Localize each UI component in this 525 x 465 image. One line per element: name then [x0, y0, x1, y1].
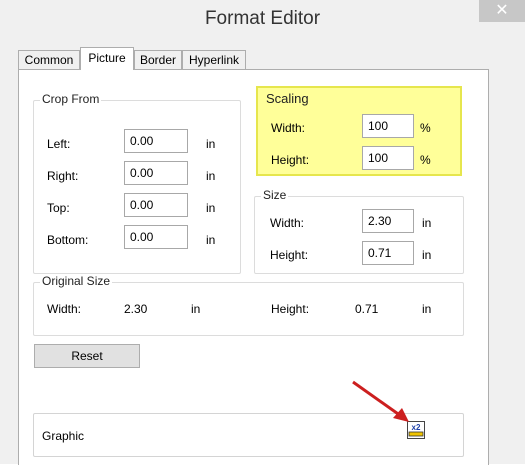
crop-right-input[interactable]: 0.00 — [124, 161, 188, 185]
scaling-width-unit: % — [420, 121, 431, 135]
original-height-label: Height: — [271, 302, 310, 316]
original-height-unit: in — [422, 302, 432, 316]
scaling-group: Scaling Width: 100 % Height: 100 % — [256, 86, 462, 176]
graphic-label: Graphic — [42, 429, 85, 443]
crop-from-title: Crop From — [40, 92, 102, 106]
annotation-arrow — [352, 380, 409, 422]
crop-right-unit: in — [206, 169, 216, 183]
crop-left-label: Left: — [47, 137, 71, 151]
crop-top-input[interactable]: 0.00 — [124, 193, 188, 217]
crop-from-group: Crop From Left: 0.00 in Right: 0.00 in T… — [33, 92, 241, 274]
size-group: Size Width: 2.30 in Height: 0.71 in — [254, 188, 464, 274]
scaling-title: Scaling — [264, 91, 311, 106]
original-size-group: Original Size Width: 2.30 in Height: 0.7… — [33, 274, 464, 336]
crop-left-unit: in — [206, 137, 216, 151]
reset-button[interactable]: Reset — [34, 344, 140, 368]
format-editor-window: Format Editor ✕ Common Picture Border Hy… — [0, 0, 525, 465]
crop-left-input[interactable]: 0.00 — [124, 129, 188, 153]
crop-top-unit: in — [206, 201, 216, 215]
original-width-value: 2.30 — [124, 302, 148, 316]
crop-top-label: Top: — [47, 201, 70, 215]
scaling-height-unit: % — [420, 153, 431, 167]
close-button[interactable]: ✕ — [479, 0, 525, 22]
crop-bottom-label: Bottom: — [47, 233, 89, 247]
window-title: Format Editor — [204, 8, 321, 29]
size-height-input[interactable]: 0.71 — [362, 241, 414, 265]
size-title: Size — [261, 188, 289, 202]
tab-common[interactable]: Common — [18, 50, 80, 69]
size-width-unit: in — [422, 216, 432, 230]
scaling-width-input[interactable]: 100 — [362, 114, 414, 138]
size-width-input[interactable]: 2.30 — [362, 209, 414, 233]
crop-bottom-unit: in — [206, 233, 216, 247]
size-width-label: Width: — [270, 216, 305, 230]
picture-panel: Crop From Left: 0.00 in Right: 0.00 in T… — [18, 69, 489, 465]
crop-bottom-input[interactable]: 0.00 — [124, 225, 188, 249]
close-icon: ✕ — [495, 2, 509, 19]
scaling-height-label: Height: — [271, 153, 310, 167]
tab-picture[interactable]: Picture — [80, 47, 134, 70]
scaling-width-label: Width: — [271, 121, 306, 135]
size-height-label: Height: — [270, 248, 309, 262]
scaling-height-input[interactable]: 100 — [362, 146, 414, 170]
original-height-value: 0.71 — [355, 302, 379, 316]
title-bar: Format Editor ✕ — [0, 0, 525, 38]
crop-right-label: Right: — [47, 169, 79, 183]
tab-hyperlink[interactable]: Hyperlink — [182, 50, 246, 69]
size-height-unit: in — [422, 248, 432, 262]
tab-border[interactable]: Border — [134, 50, 182, 69]
original-width-unit: in — [191, 302, 201, 316]
original-width-label: Width: — [47, 302, 82, 316]
original-size-title: Original Size — [40, 274, 113, 288]
